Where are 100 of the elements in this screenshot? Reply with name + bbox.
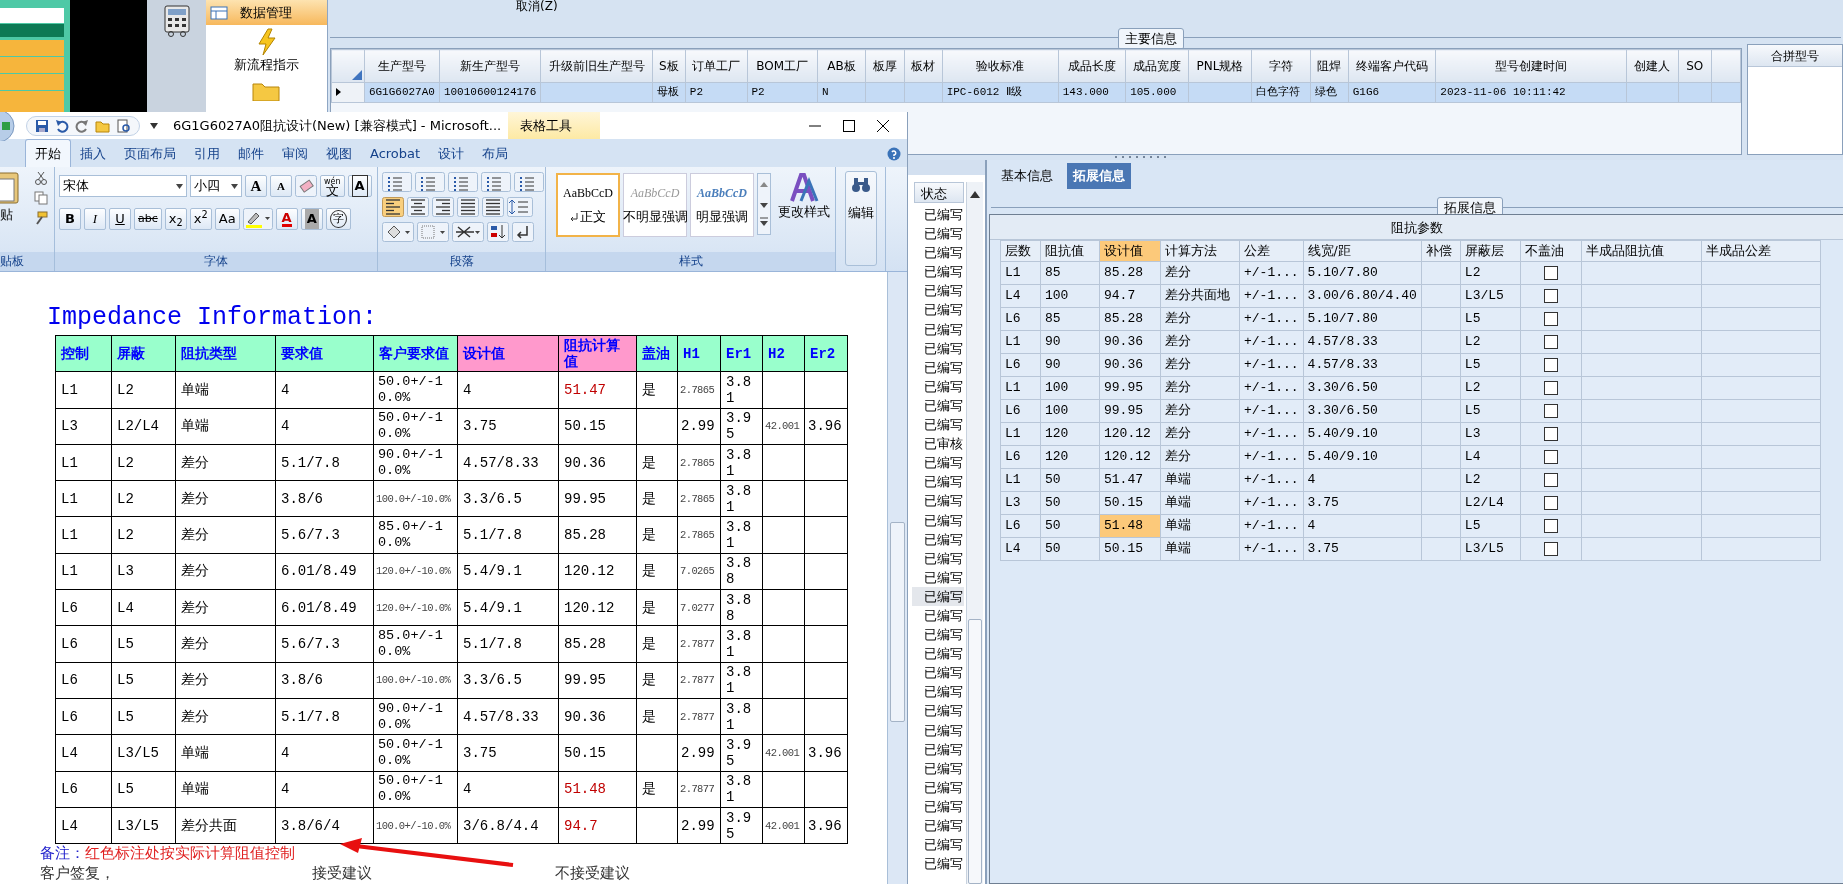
toolbar-button[interactable]: x$^{2}$	[189, 208, 212, 230]
column-header[interactable]: 型号创建时间	[1435, 49, 1627, 83]
decrease-indent-icon[interactable]	[481, 172, 511, 192]
shading-icon[interactable]	[382, 222, 414, 242]
align-left-icon[interactable]	[382, 197, 404, 217]
tab[interactable]: 基本信息	[995, 163, 1059, 189]
copy-icon[interactable]	[34, 191, 48, 205]
tab[interactable]: 开始	[25, 138, 71, 167]
tab[interactable]: Acrobat	[361, 139, 430, 167]
column-header[interactable]: 板材	[904, 49, 943, 83]
menu-item[interactable]: 新流程指示	[234, 56, 299, 75]
toolbar-button[interactable]: 字	[325, 208, 351, 230]
toolbar-button[interactable]: B	[59, 208, 81, 230]
checkbox[interactable]	[1543, 426, 1558, 441]
undo-icon[interactable]	[55, 118, 69, 133]
column-header[interactable]: 创建人	[1626, 49, 1678, 83]
checkbox[interactable]	[1543, 495, 1558, 510]
column-header[interactable]: 补偿	[1421, 240, 1461, 262]
close-icon[interactable]	[877, 119, 889, 132]
checkbox[interactable]	[1543, 541, 1558, 556]
column-header[interactable]: 不盖油	[1520, 240, 1582, 262]
checkbox[interactable]	[1543, 472, 1558, 487]
format-painter-icon[interactable]	[34, 211, 48, 225]
tab[interactable]: 布局	[473, 139, 518, 167]
toolbar-button[interactable]: A	[275, 208, 298, 230]
tab[interactable]: 设计	[429, 139, 474, 167]
print-preview-icon[interactable]	[116, 118, 131, 133]
column-header[interactable]: 屏蔽层	[1460, 240, 1521, 262]
tab[interactable]: 页面布局	[115, 139, 185, 167]
scroll-thumb[interactable]	[890, 522, 905, 722]
paste-button-label[interactable]: 贴	[0, 205, 13, 225]
paste-icon[interactable]	[0, 171, 20, 205]
grid-row[interactable]: 6G1G6027A0 10010600124176 母板 P2 P2 N IPC-6012 Ⅱ级 143.000 105.000 白色字符 绿色 G1G6 2023-11-06 10:11:42	[331, 82, 1741, 103]
tab[interactable]: 视图	[317, 139, 361, 167]
column-header[interactable]: 阻抗值	[1040, 240, 1100, 262]
column-header[interactable]: 新生产型号	[439, 49, 541, 83]
show-marks-icon[interactable]	[512, 222, 534, 242]
checkbox[interactable]	[1543, 449, 1558, 464]
column-header[interactable]: SO	[1678, 49, 1712, 83]
editing-button[interactable]: 编辑	[844, 171, 877, 266]
lightning-icon[interactable]	[255, 28, 278, 56]
checkbox[interactable]	[1543, 518, 1558, 533]
column-header[interactable]: 层数	[1000, 240, 1041, 262]
column-header[interactable]: BOM工厂	[747, 49, 818, 83]
scroll-thumb[interactable]	[968, 619, 982, 884]
checkbox[interactable]	[1543, 334, 1558, 349]
change-styles-button[interactable]: 更改样式	[778, 173, 830, 222]
clear-format-icon[interactable]	[295, 175, 317, 197]
toolbar-button[interactable]: U	[109, 208, 131, 230]
bullets-icon[interactable]	[382, 172, 412, 192]
toolbar-button[interactable]: I	[84, 208, 106, 230]
toolbar-button[interactable]: Aa	[214, 208, 240, 230]
checkbox[interactable]	[1543, 380, 1558, 395]
calculator-icon[interactable]	[162, 5, 192, 37]
toolbar-button[interactable]: A	[270, 175, 292, 197]
redo-icon[interactable]	[75, 118, 89, 133]
column-header[interactable]: 升级前旧生产型号	[540, 49, 653, 83]
align-distributed-icon[interactable]	[482, 197, 504, 217]
toolbar-button[interactable]: A	[347, 175, 372, 197]
help-icon[interactable]	[887, 147, 901, 161]
list-item[interactable]: 已编写	[912, 586, 964, 606]
tab[interactable]: 审阅	[273, 139, 317, 167]
customize-dropdown-icon[interactable]	[150, 122, 158, 129]
column-header[interactable]: 半成品阻抗值	[1581, 240, 1702, 262]
toolbar-button[interactable]: A	[300, 208, 323, 230]
align-center-icon[interactable]	[407, 197, 429, 217]
multilevel-list-icon[interactable]	[448, 172, 478, 192]
line-spacing-icon[interactable]	[507, 197, 533, 217]
toolbar-button[interactable]: x$_{2}$	[164, 208, 187, 230]
style-option[interactable]: AaBbCcD 明显强调	[690, 173, 754, 237]
checkbox[interactable]	[1543, 357, 1558, 372]
style-option[interactable]: AaBbCcD 正文	[556, 173, 620, 237]
column-header[interactable]: 生产型号	[364, 49, 440, 83]
scrollbar[interactable]	[966, 182, 983, 884]
style-gallery-scroll-icon[interactable]	[757, 173, 771, 235]
toolbar-button[interactable]: 取消(Z)	[516, 0, 558, 13]
toolbar-button[interactable]: A	[245, 175, 267, 197]
highlighter-icon[interactable]	[242, 208, 273, 230]
scroll-up-icon[interactable]	[970, 191, 980, 198]
column-header[interactable]: 线宽/距	[1303, 240, 1422, 262]
font-name-dropdown[interactable]: 宋体	[59, 175, 187, 197]
checkbox[interactable]	[1543, 403, 1558, 418]
checkbox[interactable]	[1543, 265, 1558, 280]
toolbar-button[interactable]: wén 文	[320, 175, 345, 197]
increase-indent-icon[interactable]	[514, 172, 544, 192]
column-header[interactable]: PNL规格	[1188, 49, 1252, 83]
tab[interactable]: 引用	[185, 139, 229, 167]
sort-icon[interactable]	[487, 222, 509, 242]
column-header[interactable]: 设计值	[1099, 240, 1161, 262]
column-header[interactable]: 终端客户代码	[1348, 49, 1436, 83]
column-header[interactable]: 成品宽度	[1125, 49, 1189, 83]
column-header[interactable]: 订单工厂	[685, 49, 747, 83]
chinese-layout-icon[interactable]	[452, 222, 484, 242]
toolbar-button[interactable]: abc	[134, 208, 162, 230]
cut-icon[interactable]	[34, 171, 48, 185]
column-header[interactable]: 板厚	[865, 49, 905, 83]
maximize-icon[interactable]	[843, 119, 855, 132]
column-header[interactable]: AB板	[817, 49, 866, 83]
tab[interactable]: 拓展信息	[1067, 163, 1131, 189]
scrollbar[interactable]	[887, 272, 907, 884]
